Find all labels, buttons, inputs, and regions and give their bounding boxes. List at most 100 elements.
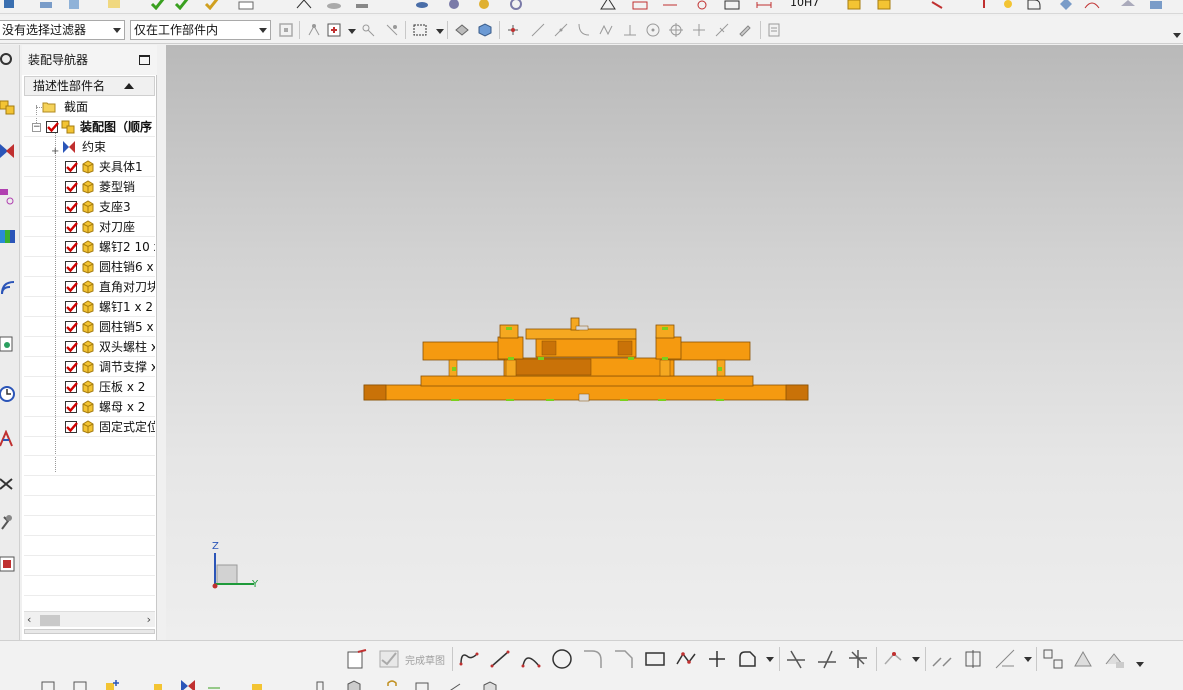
form-icon[interactable] <box>724 0 740 10</box>
chevron-down-icon[interactable] <box>766 657 774 662</box>
chevron-down-icon[interactable] <box>912 657 920 662</box>
tree-node-part[interactable]: 螺钉2 10 x <box>24 237 155 257</box>
web-browser-icon[interactable] <box>0 278 18 296</box>
checkbox-icon[interactable] <box>46 121 59 133</box>
pin-icon[interactable] <box>976 0 992 10</box>
maximize-icon[interactable] <box>139 55 150 65</box>
tree-node-part[interactable]: 压板 x 2 <box>24 377 155 397</box>
checkbox-icon[interactable] <box>65 401 78 413</box>
layer-icon[interactable] <box>38 0 54 10</box>
add-part-icon[interactable] <box>104 678 120 690</box>
triangle-icon[interactable] <box>600 0 616 10</box>
constraint-navigator-icon[interactable] <box>0 142 18 160</box>
window-icon[interactable] <box>72 678 88 690</box>
profile-icon[interactable] <box>458 648 480 670</box>
settings-icon[interactable] <box>766 22 782 38</box>
tree-node-assembly-root[interactable]: − 装配图（顺序 <box>24 117 155 137</box>
navigator-details-splitter[interactable] <box>24 629 155 634</box>
check-icon[interactable] <box>174 0 190 10</box>
fit-dimension-label[interactable]: 10H7 <box>790 0 819 9</box>
pin-icon[interactable] <box>1000 0 1016 10</box>
circle-icon[interactable] <box>551 648 573 670</box>
cube-icon[interactable] <box>40 678 56 690</box>
toolbar-overflow-icon[interactable] <box>1173 33 1181 38</box>
box-icon[interactable] <box>482 678 498 690</box>
measure-icon[interactable] <box>446 678 462 690</box>
snap-icon[interactable] <box>360 22 376 38</box>
scroll-right-icon[interactable]: › <box>147 613 151 626</box>
checkbox-icon[interactable] <box>65 341 78 353</box>
rectangle-icon[interactable] <box>644 648 666 670</box>
tree-node-part[interactable]: 菱型销 <box>24 177 155 197</box>
tree-node-part[interactable]: 调节支撑 x <box>24 357 155 377</box>
chevron-down-icon[interactable] <box>1136 662 1144 667</box>
auto-constrain-icon[interactable] <box>1073 648 1095 670</box>
line-snap-icon[interactable] <box>553 22 569 38</box>
snap-endpoints-icon[interactable] <box>505 22 521 38</box>
note-icon[interactable] <box>106 0 122 10</box>
layers-icon[interactable] <box>354 0 370 10</box>
rectangle-select-icon[interactable] <box>412 22 428 38</box>
part-cube-icon[interactable] <box>846 0 862 10</box>
checkbox-icon[interactable] <box>65 321 78 333</box>
navigator-horizontal-scrollbar[interactable]: ‹ › <box>24 611 155 627</box>
scroll-left-icon[interactable]: ‹ <box>27 613 31 626</box>
fillet-icon[interactable] <box>582 648 604 670</box>
reuse-library-icon[interactable] <box>0 227 18 245</box>
move-component-icon[interactable] <box>150 678 166 690</box>
offset-curve-icon[interactable] <box>882 648 904 670</box>
assembly-navigator-icon[interactable] <box>0 97 18 115</box>
polygon-icon[interactable] <box>675 648 697 670</box>
checkbox-icon[interactable] <box>65 301 78 313</box>
tree-node-part[interactable]: 圆柱销5 x <box>24 317 155 337</box>
database-icon[interactable] <box>414 0 430 10</box>
tree-node-part[interactable]: 夹具体1 <box>24 157 155 177</box>
history-icon[interactable] <box>0 335 18 353</box>
relax-constraints-icon[interactable] <box>1104 648 1126 670</box>
checkbox-icon[interactable] <box>65 281 78 293</box>
diamond-icon[interactable] <box>1058 0 1074 10</box>
make-corner-icon[interactable] <box>847 648 869 670</box>
mirror-curve-icon[interactable] <box>931 648 953 670</box>
show-hide-icon[interactable] <box>454 22 470 38</box>
perpendicular-snap-icon[interactable] <box>622 22 638 38</box>
tree-node-constraints[interactable]: + 约束 <box>24 137 155 157</box>
clock-icon[interactable] <box>0 385 18 403</box>
dimension-icon[interactable] <box>662 0 678 10</box>
tool-icon[interactable] <box>446 0 462 10</box>
intersection-snap-icon[interactable] <box>714 22 730 38</box>
show-constraints-icon[interactable] <box>1042 648 1064 670</box>
type-filter-select[interactable]: 没有选择过滤器 <box>0 20 125 40</box>
sketch-icon[interactable] <box>346 648 368 670</box>
scope-filter-select[interactable]: 仅在工作部件内 <box>130 20 271 40</box>
polyline-snap-icon[interactable] <box>599 22 615 38</box>
exploded-view-icon[interactable] <box>250 678 266 690</box>
link-icon[interactable] <box>508 0 524 10</box>
quick-trim-icon[interactable] <box>785 648 807 670</box>
checkbox-icon[interactable] <box>65 261 78 273</box>
width-dimension-icon[interactable] <box>756 0 772 10</box>
chevron-down-icon[interactable] <box>1024 657 1032 662</box>
point-snap-icon[interactable] <box>691 22 707 38</box>
quadrant-snap-icon[interactable] <box>668 22 684 38</box>
view-triad[interactable]: Z Y <box>210 541 266 593</box>
rapid-dimension-icon[interactable] <box>962 648 984 670</box>
checkbox-icon[interactable] <box>65 181 78 193</box>
graphics-viewport[interactable]: Z Y <box>166 45 1183 640</box>
sort-ascending-icon[interactable] <box>124 83 134 89</box>
general-selection-icon[interactable] <box>278 22 294 38</box>
tree-node-section[interactable]: 截面 <box>24 97 155 117</box>
show-hide-constraint-icon[interactable] <box>206 678 222 690</box>
checkbox-icon[interactable] <box>65 161 78 173</box>
grid-icon[interactable] <box>632 0 648 10</box>
gear-icon[interactable] <box>0 50 18 68</box>
check-icon[interactable] <box>150 0 166 10</box>
tree-node-part[interactable]: 固定式定位 <box>24 417 155 437</box>
tree-node-part[interactable]: 螺母 x 2 <box>24 397 155 417</box>
system-material-icon[interactable] <box>0 430 18 448</box>
chevron-down-icon[interactable] <box>436 29 444 34</box>
tree-node-part[interactable]: 对刀座 <box>24 217 155 237</box>
gear-icon[interactable] <box>694 0 710 10</box>
sequence-icon[interactable] <box>312 678 328 690</box>
tree-node-part[interactable]: 圆柱销6 x <box>24 257 155 277</box>
